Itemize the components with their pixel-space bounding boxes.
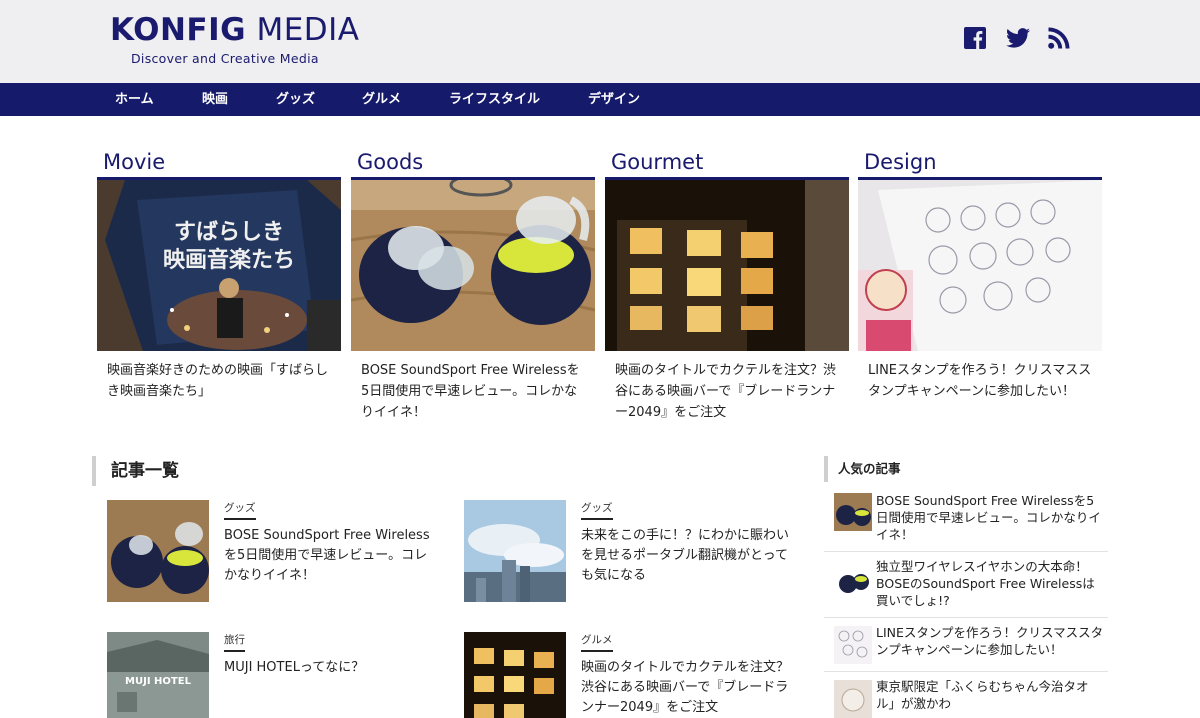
- rss-icon[interactable]: [1047, 26, 1071, 50]
- site-logo[interactable]: KONFIG MEDIA: [110, 12, 360, 48]
- nav-item-gourmet[interactable]: グルメ: [362, 83, 401, 116]
- article-item[interactable]: グルメ 映画のタイトルでカクテルを注文？渋谷にある映画バーで『ブレードランナー2…: [464, 632, 794, 718]
- article-thumbnail[interactable]: MUJI HOTEL: [107, 632, 209, 718]
- logo-rest: MEDIA: [256, 12, 360, 48]
- article-item[interactable]: グッズ 未来をこの手に！？にわかに賑わいを見せるポータブル翻訳機がとっても気にな…: [464, 500, 794, 605]
- featured-heading[interactable]: Goods: [351, 146, 595, 180]
- featured-heading[interactable]: Movie: [97, 146, 341, 180]
- featured-heading[interactable]: Gourmet: [605, 146, 849, 180]
- article-title[interactable]: BOSE SoundSport Free Wirelessを5日間使用で早速レビ…: [224, 526, 434, 586]
- popular-item[interactable]: BOSE SoundSport Free Wirelessを5日間使用で早速レビ…: [824, 488, 1108, 552]
- featured-image-movie[interactable]: すばらしき 映画音楽たち: [97, 180, 341, 351]
- popular-title[interactable]: 独立型ワイヤレスイヤホンの大本命！BOSEのSoundSport Free Wi…: [876, 558, 1104, 609]
- featured-card-movie[interactable]: Movie すばらしき 映画音楽たち 映画音楽好きのための映画「すばらしき映画音…: [97, 146, 341, 402]
- featured-title[interactable]: 映画音楽好きのための映画「すばらしき映画音楽たち」: [97, 351, 341, 402]
- nav-item-movie[interactable]: 映画: [202, 83, 228, 116]
- popular-section-title: 人気の記事: [824, 456, 901, 482]
- article-thumbnail[interactable]: [107, 500, 209, 602]
- site-tagline: Discover and Creative Media: [131, 51, 319, 66]
- article-title[interactable]: 未来をこの手に！？にわかに賑わいを見せるポータブル翻訳機がとっても気になる: [581, 526, 791, 586]
- featured-title[interactable]: 映画のタイトルでカクテルを注文？渋谷にある映画バーで『ブレードランナー2049』…: [605, 351, 849, 423]
- popular-title[interactable]: BOSE SoundSport Free Wirelessを5日間使用で早速レビ…: [876, 492, 1104, 543]
- article-title[interactable]: 映画のタイトルでカクテルを注文？渋谷にある映画バーで『ブレードランナー2049』…: [581, 658, 791, 718]
- popular-title[interactable]: 東京駅限定「ふくらむちゃん今治タオル」が激かわ: [876, 678, 1104, 712]
- article-category[interactable]: グルメ: [581, 632, 613, 652]
- featured-title[interactable]: LINEスタンプを作ろう！クリスマススタンプキャンペーンに参加したい！: [858, 351, 1102, 402]
- article-thumbnail[interactable]: [464, 500, 566, 602]
- featured-image-design[interactable]: [858, 180, 1102, 351]
- main-nav: ホーム 映画 グッズ グルメ ライフスタイル デザイン: [0, 83, 1200, 116]
- featured-card-gourmet[interactable]: Gourmet 映画のタイトルでカクテルを注文？渋谷にある映画バーで『ブレードラ…: [605, 146, 849, 423]
- article-item[interactable]: MUJI HOTEL 旅行 MUJI HOTELってなに？: [107, 632, 437, 718]
- article-category[interactable]: グッズ: [224, 500, 256, 520]
- popular-thumbnail[interactable]: [834, 493, 872, 531]
- articles-section-title: 記事一覧: [92, 456, 179, 486]
- popular-item[interactable]: 東京駅限定「ふくらむちゃん今治タオル」が激かわ: [824, 672, 1108, 718]
- featured-title[interactable]: BOSE SoundSport Free Wirelessを5日間使用で早速レビ…: [351, 351, 595, 423]
- popular-item[interactable]: 独立型ワイヤレスイヤホンの大本命！BOSEのSoundSport Free Wi…: [824, 552, 1108, 618]
- nav-item-design[interactable]: デザイン: [588, 83, 640, 116]
- article-title[interactable]: MUJI HOTELってなに？: [224, 658, 434, 678]
- poster-title-line1: すばらしき: [173, 219, 284, 245]
- thumbnail-caption: MUJI HOTEL: [125, 676, 191, 687]
- popular-item[interactable]: LINEスタンプを作ろう！クリスマススタンプキャンペーンに参加したい！: [824, 618, 1108, 672]
- popular-thumbnail[interactable]: [834, 562, 872, 600]
- popular-title[interactable]: LINEスタンプを作ろう！クリスマススタンプキャンペーンに参加したい！: [876, 624, 1104, 658]
- featured-heading[interactable]: Design: [858, 146, 1102, 180]
- site-header: KONFIG MEDIA Discover and Creative Media: [0, 0, 1200, 83]
- article-category[interactable]: グッズ: [581, 500, 613, 520]
- nav-item-goods[interactable]: グッズ: [276, 83, 315, 116]
- article-thumbnail[interactable]: [464, 632, 566, 718]
- featured-card-design[interactable]: Design LINEスタンプを作ろう！クリスマススタンプキャンペーンに参加した…: [858, 146, 1102, 402]
- featured-image-gourmet[interactable]: [605, 180, 849, 351]
- popular-thumbnail[interactable]: [834, 680, 872, 718]
- twitter-icon[interactable]: [1005, 26, 1031, 50]
- nav-item-lifestyle[interactable]: ライフスタイル: [449, 83, 540, 116]
- facebook-icon[interactable]: [963, 26, 987, 50]
- popular-thumbnail[interactable]: [834, 626, 872, 664]
- nav-item-home[interactable]: ホーム: [115, 83, 154, 116]
- featured-card-goods[interactable]: Goods BOSE SoundSport Free Wirelessを5日間使…: [351, 146, 595, 423]
- poster-title-line2: 映画音楽たち: [162, 247, 295, 273]
- article-category[interactable]: 旅行: [224, 632, 245, 652]
- logo-bold: KONFIG: [110, 12, 247, 48]
- featured-image-goods[interactable]: [351, 180, 595, 351]
- article-item[interactable]: グッズ BOSE SoundSport Free Wirelessを5日間使用で…: [107, 500, 437, 605]
